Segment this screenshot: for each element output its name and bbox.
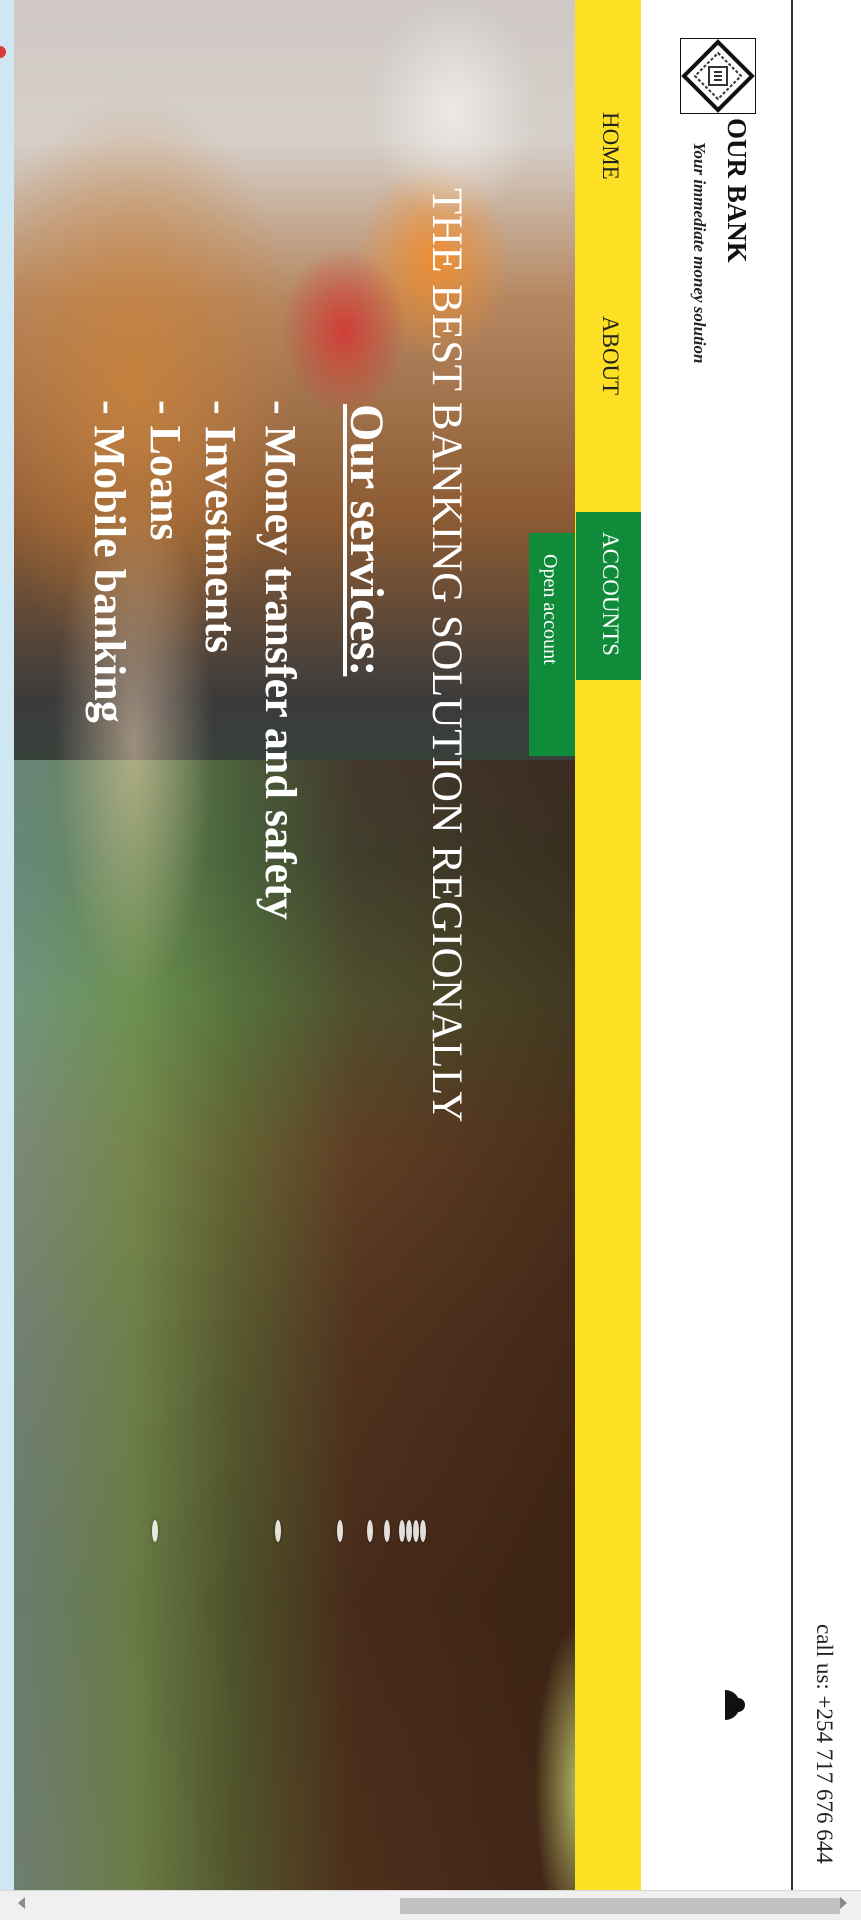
- site-header: [641, 0, 791, 1890]
- main-navigation: [575, 0, 641, 1890]
- brand-name[interactable]: OUR BANK: [722, 118, 752, 263]
- horizontal-scrollbar[interactable]: [0, 1890, 861, 1920]
- page-right-margin: [793, 0, 861, 1890]
- hero-image-sliver: [534, 1620, 575, 1890]
- nav-item-accounts[interactable]: ACCOUNTS: [596, 532, 624, 656]
- hero-image: [14, 0, 575, 1890]
- nav-item-home[interactable]: HOME: [596, 112, 624, 180]
- service-item: - Money transfer and safety: [256, 400, 305, 920]
- bank-logo-graphic: [681, 39, 755, 113]
- service-item: - Investments: [196, 400, 245, 653]
- arrow-right-icon[interactable]: [840, 1897, 847, 1909]
- carousel-dot[interactable]: [367, 1520, 373, 1542]
- user-icon[interactable]: [708, 1688, 748, 1722]
- arrow-left-icon[interactable]: [18, 1897, 25, 1909]
- brand-tagline: Your immediate money solution: [690, 142, 709, 364]
- carousel-dot[interactable]: [413, 1520, 419, 1542]
- scrollbar-thumb[interactable]: [400, 1898, 840, 1914]
- hero-headline: THE BEST BANKING SOLUTION REGIONALLY: [423, 188, 470, 1123]
- carousel-dot[interactable]: [399, 1520, 405, 1542]
- bank-logo-icon[interactable]: [680, 38, 756, 114]
- carousel-dot[interactable]: [420, 1520, 426, 1542]
- user-icon-graphic: [725, 1690, 745, 1720]
- carousel-dot[interactable]: [152, 1520, 158, 1542]
- browser-viewport: THE BEST BANKING SOLUTION REGIONALLY Our…: [0, 0, 861, 1920]
- services-title: Our services:: [340, 404, 393, 677]
- window-edge: [0, 0, 15, 1890]
- hero-image-highlight: [54, 480, 214, 1000]
- contact-phone: call us: +254 717 676 644: [812, 1624, 837, 1864]
- nav-item-about[interactable]: ABOUT: [596, 316, 624, 395]
- carousel-dot[interactable]: [337, 1520, 343, 1542]
- carousel-dot[interactable]: [384, 1520, 390, 1542]
- carousel-dot[interactable]: [275, 1520, 281, 1542]
- carousel-dot[interactable]: [406, 1520, 412, 1542]
- dropdown-item-open-account[interactable]: Open account: [536, 554, 564, 665]
- service-item: - Mobile banking: [85, 400, 134, 723]
- service-item: - Loans: [141, 400, 190, 541]
